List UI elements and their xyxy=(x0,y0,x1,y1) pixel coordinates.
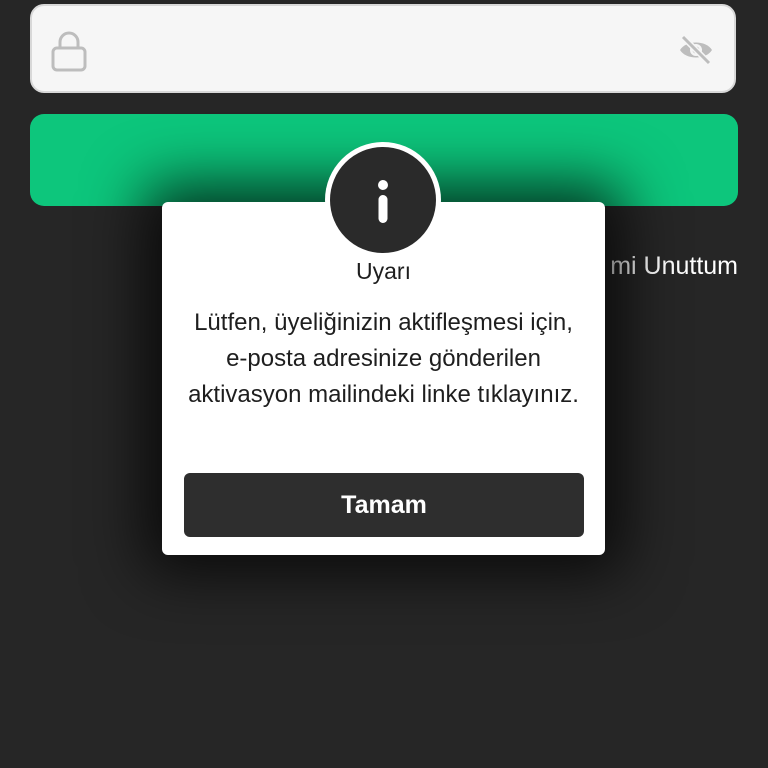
password-input[interactable] xyxy=(112,26,676,76)
eye-off-icon[interactable] xyxy=(678,34,714,66)
ok-button-label: Tamam xyxy=(341,490,427,519)
alert-message: Lütfen, üyeliğinizin aktifleşmesi için, … xyxy=(188,309,579,408)
info-icon xyxy=(378,180,388,223)
info-badge-circle xyxy=(330,147,436,253)
password-field[interactable] xyxy=(30,4,736,93)
alert-title: Uyarı xyxy=(356,258,411,284)
info-badge xyxy=(325,142,441,258)
ok-button[interactable]: Tamam xyxy=(184,473,584,537)
lock-icon xyxy=(51,31,87,72)
forgot-password-link[interactable]: mi Unuttum xyxy=(610,252,738,281)
login-screen: mi Unuttum Uyarı Lütfen, üyeliğinizin ak… xyxy=(0,0,768,768)
